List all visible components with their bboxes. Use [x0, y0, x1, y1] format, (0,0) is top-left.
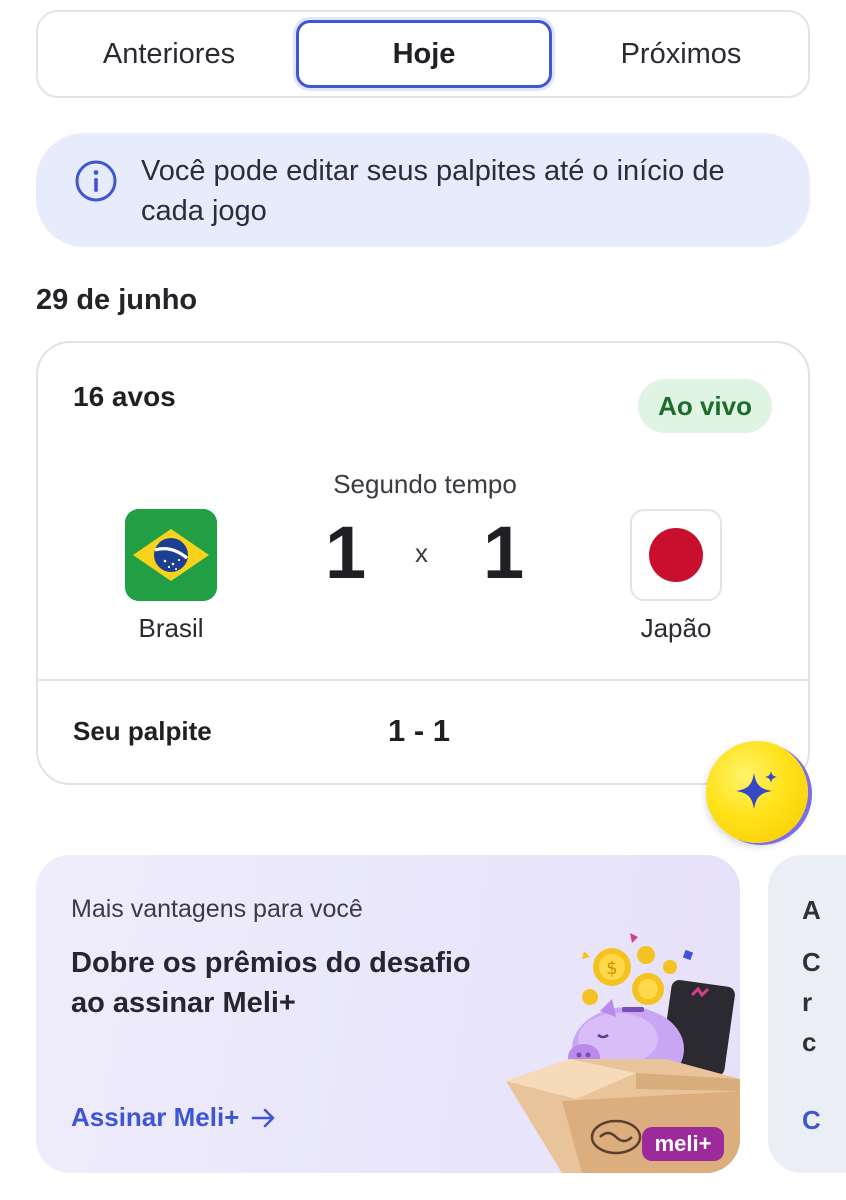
meli-plus-badge: meli+ — [655, 1131, 712, 1156]
card-divider — [38, 679, 808, 681]
arrow-right-icon — [252, 1108, 275, 1127]
away-score: 1 — [483, 511, 525, 594]
day-tabs: Anteriores Hoje Próximos — [36, 10, 810, 98]
match-round: 16 avos — [73, 381, 176, 412]
home-team-name: Brasil — [138, 613, 204, 643]
match-card[interactable]: 16 avos Ao vivo Segundo tempo Brasil 1 x… — [36, 341, 810, 785]
guess-value: 1 - 1 — [388, 713, 451, 748]
promo-card-meli-plus[interactable]: Mais vantagens para você Dobre os prêmio… — [36, 855, 740, 1173]
info-banner-text: Você pode editar seus palpites até o iní… — [141, 155, 725, 227]
next-promo-char: C — [802, 1105, 821, 1135]
away-team-name: Japão — [640, 613, 712, 643]
live-status-badge: Ao vivo — [638, 379, 772, 433]
guess-label: Seu palpite — [73, 716, 212, 746]
sparkle-fab-button[interactable] — [706, 741, 808, 843]
piggy-bank-box-illustration: $ meli+ — [506, 933, 740, 1173]
next-promo-char: C — [802, 947, 821, 977]
tab-hoje[interactable]: Hoje — [296, 20, 552, 88]
subscribe-meli-plus-link[interactable]: Assinar Meli+ — [71, 1102, 277, 1133]
next-promo-char: r — [802, 987, 813, 1017]
info-banner: Você pode editar seus palpites até o iní… — [36, 133, 810, 247]
tab-proximos[interactable]: Próximos — [550, 12, 812, 96]
info-icon — [75, 160, 117, 202]
date-heading: 29 de junho — [36, 284, 198, 316]
match-period: Segundo tempo — [333, 469, 517, 499]
next-promo-char: c — [802, 1027, 817, 1057]
home-score: 1 — [325, 511, 367, 594]
promo-title: Dobre os prêmios do desafio ao assinar M… — [71, 947, 471, 1019]
next-promo-char: A — [802, 895, 821, 925]
sparkle-icon — [736, 771, 777, 809]
next-promo-card-peek[interactable]: A C r c C — [768, 855, 846, 1173]
brazil-flag-icon — [125, 509, 217, 601]
score-separator: x — [415, 538, 428, 568]
subscribe-link-label: Assinar Meli+ — [71, 1102, 240, 1132]
tab-anteriores[interactable]: Anteriores — [38, 12, 300, 96]
page: Anteriores Hoje Próximos Você pode edita… — [0, 0, 846, 1200]
svg-text:$: $ — [606, 958, 617, 979]
promo-kicker: Mais vantagens para você — [71, 895, 363, 923]
japan-flag-icon — [630, 509, 722, 601]
